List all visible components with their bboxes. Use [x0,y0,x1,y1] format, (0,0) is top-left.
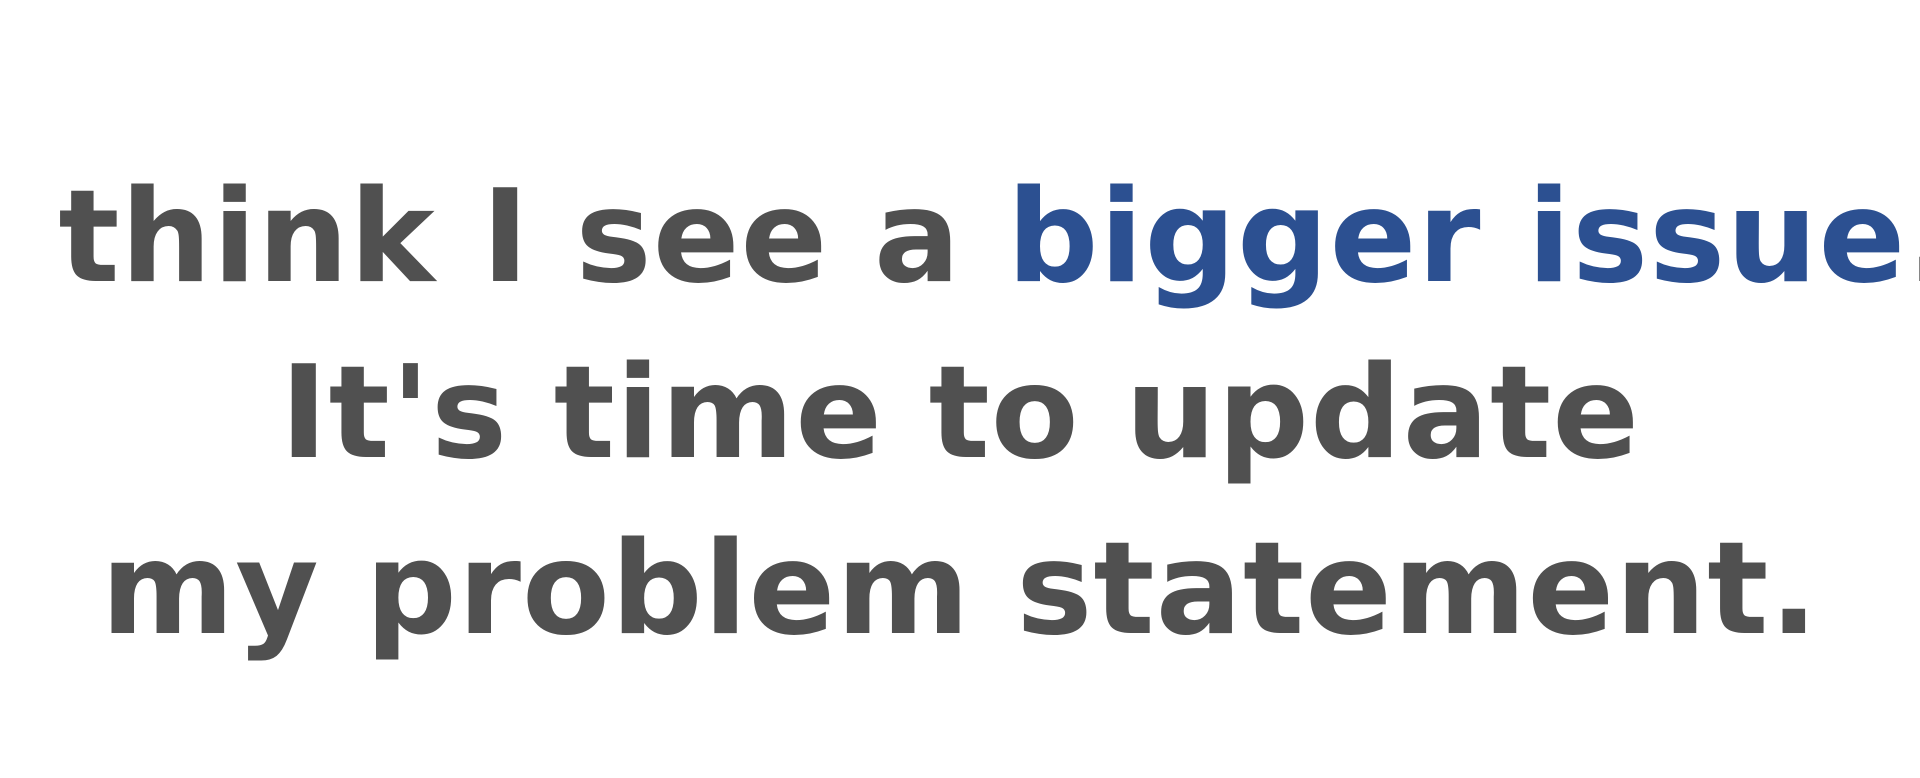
quote-emphasis: bigger issue [1006,163,1907,312]
quote-line-3: my problem statement. [100,515,1820,664]
quote-slide: I think I see a bigger issue. It's time … [0,0,1920,778]
quote-line-2: It's time to update [280,339,1640,488]
quote-line-1-start: I think I see a [0,163,1007,312]
quote-line-1-end: . [1906,163,1920,312]
quote-line-1: I think I see a bigger issue. [0,150,1920,326]
